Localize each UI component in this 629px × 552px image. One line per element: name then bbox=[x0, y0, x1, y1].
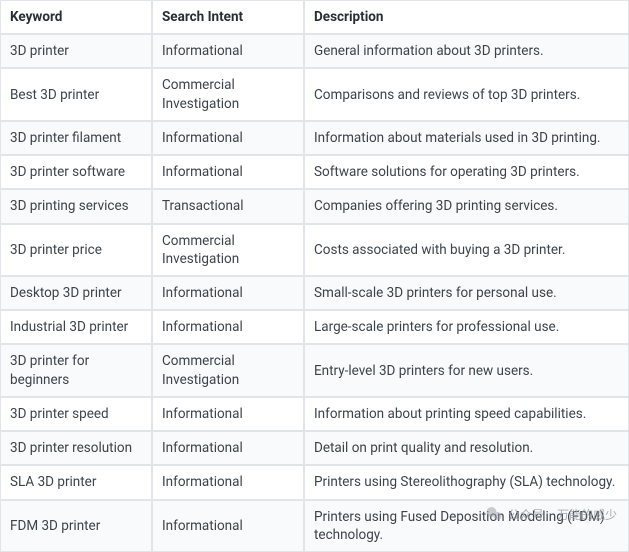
col-header-description: Description bbox=[304, 0, 629, 34]
cell-keyword: 3D printer filament bbox=[0, 121, 152, 155]
cell-description: Information about printing speed capabil… bbox=[304, 397, 629, 431]
cell-keyword: SLA 3D printer bbox=[0, 465, 152, 499]
cell-intent: Informational bbox=[152, 431, 304, 465]
table-row: Desktop 3D printerInformationalSmall-sca… bbox=[0, 276, 629, 310]
cell-intent: Commercial Investigation bbox=[152, 344, 304, 396]
cell-intent: Informational bbox=[152, 397, 304, 431]
cell-description: Comparisons and reviews of top 3D printe… bbox=[304, 68, 629, 120]
cell-keyword: 3D printer resolution bbox=[0, 431, 152, 465]
cell-keyword: 3D printer bbox=[0, 34, 152, 68]
cell-keyword: Desktop 3D printer bbox=[0, 276, 152, 310]
cell-keyword: Industrial 3D printer bbox=[0, 310, 152, 344]
table-row: Best 3D printerCommercial InvestigationC… bbox=[0, 68, 629, 120]
cell-description: Software solutions for operating 3D prin… bbox=[304, 155, 629, 189]
cell-intent: Informational bbox=[152, 121, 304, 155]
cell-keyword: FDM 3D printer bbox=[0, 500, 152, 552]
cell-intent: Informational bbox=[152, 34, 304, 68]
cell-intent: Informational bbox=[152, 465, 304, 499]
cell-description: Companies offering 3D printing services. bbox=[304, 189, 629, 223]
cell-keyword: 3D printing services bbox=[0, 189, 152, 223]
table-row: 3D printer speedInformationalInformation… bbox=[0, 397, 629, 431]
cell-keyword: Best 3D printer bbox=[0, 68, 152, 120]
cell-description: Information about materials used in 3D p… bbox=[304, 121, 629, 155]
cell-keyword: 3D printer speed bbox=[0, 397, 152, 431]
cell-intent: Informational bbox=[152, 276, 304, 310]
col-header-keyword: Keyword bbox=[0, 0, 152, 34]
table-row: SLA 3D printerInformationalPrinters usin… bbox=[0, 465, 629, 499]
table-row: 3D printerInformationalGeneral informati… bbox=[0, 34, 629, 68]
cell-intent: Commercial Investigation bbox=[152, 68, 304, 120]
table-row: 3D printer priceCommercial Investigation… bbox=[0, 224, 629, 276]
table-row: 3D printer resolutionInformationalDetail… bbox=[0, 431, 629, 465]
cell-description: Printers using Stereolithography (SLA) t… bbox=[304, 465, 629, 499]
cell-keyword: 3D printer software bbox=[0, 155, 152, 189]
cell-description: Detail on print quality and resolution. bbox=[304, 431, 629, 465]
table-row: 3D printer softwareInformationalSoftware… bbox=[0, 155, 629, 189]
table-row: 3D printing servicesTransactionalCompani… bbox=[0, 189, 629, 223]
cell-description: General information about 3D printers. bbox=[304, 34, 629, 68]
cell-intent: Informational bbox=[152, 155, 304, 189]
cell-description: Entry-level 3D printers for new users. bbox=[304, 344, 629, 396]
table-row: Industrial 3D printerInformationalLarge-… bbox=[0, 310, 629, 344]
table-row: 3D printer filamentInformationalInformat… bbox=[0, 121, 629, 155]
table-row: FDM 3D printerInformationalPrinters usin… bbox=[0, 500, 629, 552]
cell-description: Small-scale 3D printers for personal use… bbox=[304, 276, 629, 310]
cell-intent: Transactional bbox=[152, 189, 304, 223]
table-row: 3D printer for beginnersCommercial Inves… bbox=[0, 344, 629, 396]
cell-intent: Commercial Investigation bbox=[152, 224, 304, 276]
cell-description: Costs associated with buying a 3D printe… bbox=[304, 224, 629, 276]
cell-description: Large-scale printers for professional us… bbox=[304, 310, 629, 344]
cell-intent: Informational bbox=[152, 500, 304, 552]
cell-description: Printers using Fused Deposition Modeling… bbox=[304, 500, 629, 552]
cell-keyword: 3D printer price bbox=[0, 224, 152, 276]
cell-intent: Informational bbox=[152, 310, 304, 344]
cell-keyword: 3D printer for beginners bbox=[0, 344, 152, 396]
col-header-intent: Search Intent bbox=[152, 0, 304, 34]
table-header-row: Keyword Search Intent Description bbox=[0, 0, 629, 34]
keywords-table: Keyword Search Intent Description 3D pri… bbox=[0, 0, 629, 552]
